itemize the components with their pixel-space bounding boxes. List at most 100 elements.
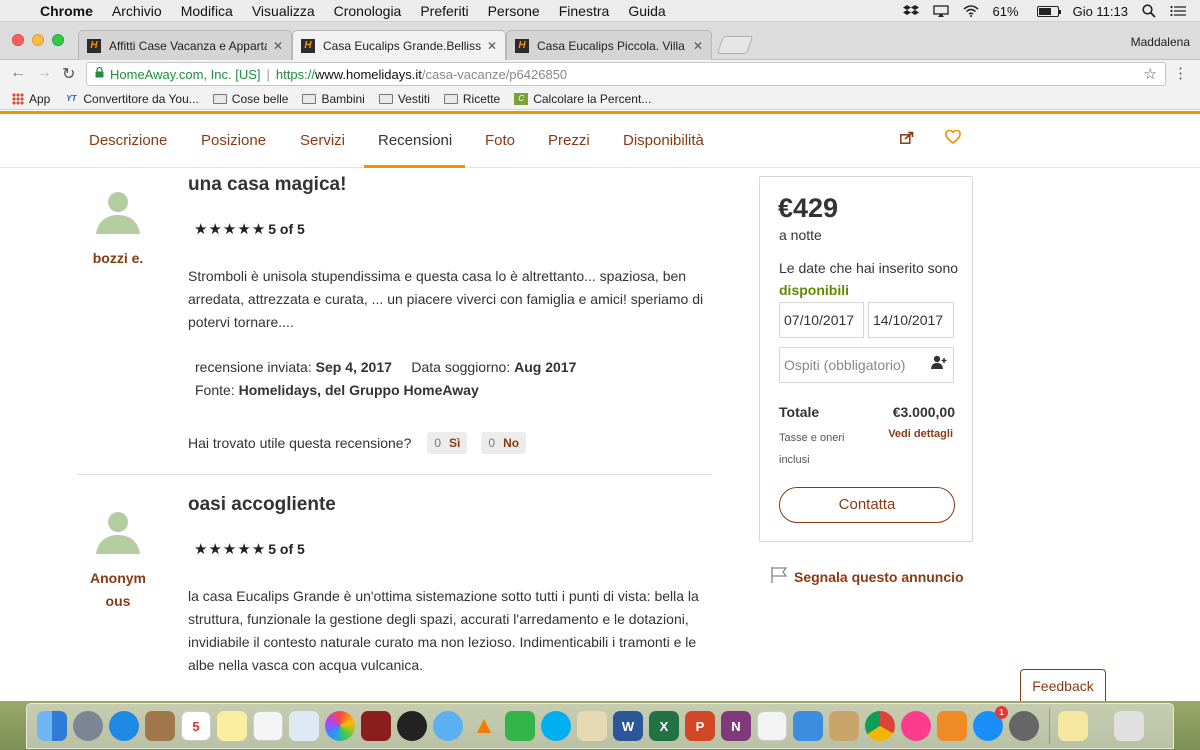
subnav-foto[interactable]: Foto [485, 132, 515, 149]
close-tab-icon[interactable]: ✕ [693, 39, 703, 53]
stickies-icon[interactable] [1058, 711, 1088, 741]
menu-app-chrome[interactable]: Chrome [40, 3, 93, 19]
tab-strip: H Affitti Case Vacanza e Apparta ✕ H Cas… [0, 22, 1200, 60]
messages-icon[interactable] [433, 711, 463, 741]
photos-icon[interactable] [325, 711, 355, 741]
bookmark-folder-ricette[interactable]: Ricette [443, 92, 500, 106]
feedback-button[interactable]: Feedback [1020, 669, 1106, 701]
bookmark-star-icon[interactable]: ☆ [1144, 65, 1157, 83]
menu-modifica[interactable]: Modifica [181, 3, 233, 19]
menu-extras: 61% Gio 11:13 [902, 0, 1200, 22]
notification-center-icon[interactable] [1170, 5, 1186, 17]
tab-eucalips-grande[interactable]: H Casa Eucalips Grande.Bellissim ✕ [292, 30, 506, 60]
notes-icon[interactable] [217, 711, 247, 741]
bookmark-folder-cose-belle[interactable]: Cose belle [212, 92, 288, 106]
dropbox-icon[interactable] [902, 4, 919, 18]
share-icon[interactable] [900, 131, 914, 148]
safari-icon[interactable] [109, 711, 139, 741]
launchpad-icon[interactable] [73, 711, 103, 741]
menu-preferiti[interactable]: Preferiti [420, 3, 468, 19]
subnav-posizione[interactable]: Posizione [201, 132, 266, 149]
bookmark-label: Calcolare la Percent... [533, 91, 652, 106]
menu-guida[interactable]: Guida [628, 3, 665, 19]
textedit-icon[interactable] [577, 711, 607, 741]
bookmark-folder-vestiti[interactable]: Vestiti [378, 92, 430, 106]
keynote-icon[interactable] [793, 711, 823, 741]
flag-icon [770, 566, 788, 588]
tab-affitti-case[interactable]: H Affitti Case Vacanza e Apparta ✕ [78, 30, 292, 60]
trash-icon[interactable] [1114, 711, 1144, 741]
clock[interactable]: Gio 11:13 [1073, 4, 1128, 19]
subnav-recensioni[interactable]: Recensioni [378, 132, 452, 149]
profile-name[interactable]: Maddalena [1131, 35, 1190, 49]
chrome-icon[interactable] [865, 711, 895, 741]
guests-field[interactable]: Ospiti (obbligatorio) [779, 347, 954, 383]
subnav-servizi[interactable]: Servizi [300, 132, 345, 149]
star-rating: ★★★★★ 5 of 5 [194, 540, 305, 558]
total-amount: €3.000,00 [892, 404, 955, 420]
bookmark-calcolare-percentuale[interactable]: C Calcolare la Percent... [514, 92, 651, 106]
bookmark-apps[interactable]: App [12, 92, 50, 106]
forward-arrow-icon[interactable]: → [36, 64, 52, 82]
photo-booth-icon[interactable] [361, 711, 391, 741]
facetime-icon[interactable] [505, 711, 535, 741]
menu-visualizza[interactable]: Visualizza [252, 3, 315, 19]
chrome-menu-icon[interactable]: ⋮ [1173, 64, 1188, 82]
numbers-icon[interactable] [757, 711, 787, 741]
app-store-icon[interactable]: 1 [973, 706, 1008, 741]
address-bar[interactable]: HomeAway.com, Inc. [US] | https://www.ho… [86, 62, 1166, 86]
preview-icon[interactable] [289, 711, 319, 741]
close-tab-icon[interactable]: ✕ [273, 39, 283, 53]
site-owner: HomeAway.com, Inc. [US] [110, 66, 261, 82]
close-tab-icon[interactable]: ✕ [487, 39, 497, 53]
dvd-player-icon[interactable] [397, 711, 427, 741]
contact-button[interactable]: Contatta [779, 487, 955, 523]
new-tab-button[interactable] [716, 36, 754, 54]
zoom-window-button[interactable] [52, 34, 64, 46]
menu-cronologia[interactable]: Cronologia [334, 3, 402, 19]
contacts-icon[interactable] [145, 711, 175, 741]
checkout-date-field[interactable]: 14/10/2017 [868, 302, 954, 338]
system-preferences-icon[interactable] [1009, 711, 1039, 741]
battery-status[interactable]: 61% [993, 4, 1061, 19]
onenote-icon[interactable]: N [721, 711, 751, 741]
report-listing-link[interactable]: Segnala questo annuncio [770, 566, 964, 588]
menu-finestra[interactable]: Finestra [559, 3, 610, 19]
preview-eagle-icon[interactable] [829, 711, 859, 741]
vote-yes-button[interactable]: 0 Sì [427, 432, 468, 454]
review-card: Anonymous oasi accogliente ★★★★★ 5 of 5 l… [78, 494, 712, 701]
subnav-descrizione[interactable]: Descrizione [89, 132, 167, 149]
reminders-icon[interactable] [253, 711, 283, 741]
calendar-icon[interactable]: 5 [181, 711, 211, 741]
tab-eucalips-piccola[interactable]: H Casa Eucalips Piccola. Villa con ✕ [506, 30, 712, 60]
subnav-disponibilita[interactable]: Disponibilità [623, 132, 704, 149]
powerpoint-icon[interactable]: P [685, 711, 715, 741]
checkin-date-field[interactable]: 07/10/2017 [779, 302, 864, 338]
skype-icon[interactable] [541, 711, 571, 741]
word-icon[interactable]: W [613, 711, 643, 741]
helpful-prompt: Hai trovato utile questa recensione? 0 Sì… [188, 432, 527, 454]
close-window-button[interactable] [12, 34, 24, 46]
menu-persone[interactable]: Persone [488, 3, 540, 19]
excel-icon[interactable]: X [649, 711, 679, 741]
bookmark-folder-bambini[interactable]: Bambini [302, 92, 365, 106]
finder-icon[interactable] [37, 711, 67, 741]
back-arrow-icon[interactable]: ← [10, 64, 26, 82]
spotlight-search-icon[interactable] [1142, 4, 1156, 18]
view-details-link[interactable]: Vedi dettagli [888, 428, 953, 440]
tab-title: Casa Eucalips Grande.Bellissim [323, 38, 481, 53]
vote-no-button[interactable]: 0 No [481, 432, 527, 454]
wifi-icon[interactable] [963, 5, 979, 17]
bookmark-convertitore[interactable]: YT Convertitore da You... [64, 92, 199, 106]
vlc-icon[interactable]: ▲ [469, 711, 499, 741]
star-icons: ★★★★★ [194, 541, 267, 558]
airplay-icon[interactable] [932, 4, 949, 18]
reload-icon[interactable]: ↻ [62, 64, 75, 84]
favorite-heart-icon[interactable] [945, 129, 961, 149]
itunes-icon[interactable] [901, 711, 931, 741]
url-path: /casa-vacanze/p6426850 [421, 66, 568, 82]
minimize-window-button[interactable] [32, 34, 44, 46]
menu-archivio[interactable]: Archivio [112, 3, 162, 19]
ibooks-icon[interactable] [937, 711, 967, 741]
subnav-prezzi[interactable]: Prezzi [548, 132, 590, 149]
